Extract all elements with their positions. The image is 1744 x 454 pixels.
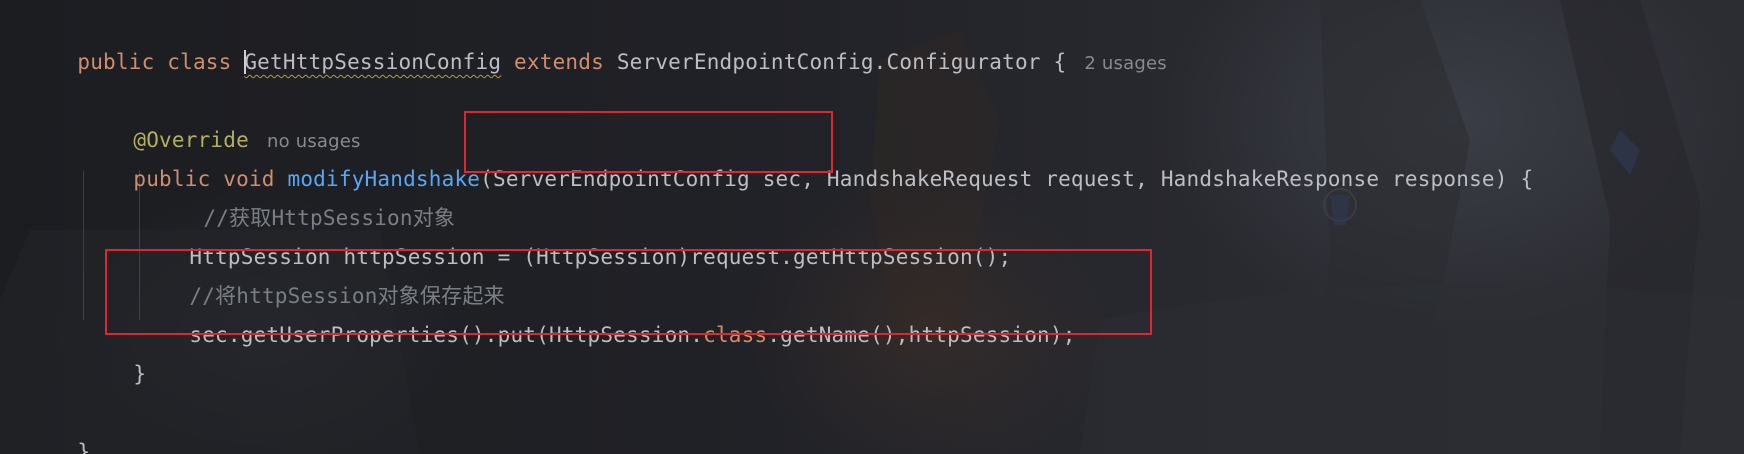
usages-hint[interactable]: 2 usages bbox=[1084, 53, 1166, 74]
highlight-box-parameter bbox=[464, 111, 833, 173]
keyword-token: public class bbox=[77, 50, 245, 74]
code-line-annotation[interactable]: @Override no usages bbox=[82, 89, 361, 152]
code-token: ServerEndpointConfig.Configurator { bbox=[616, 50, 1067, 74]
code-editor[interactable]: public class GetHttpSessionConfig extend… bbox=[0, 0, 1744, 454]
class-name-token[interactable]: GetHttpSessionConfig bbox=[244, 50, 501, 74]
highlight-box-statement bbox=[105, 249, 1152, 335]
code-line-closing-brace[interactable]: } bbox=[26, 401, 90, 454]
text-caret bbox=[244, 50, 247, 74]
keyword-token: extends bbox=[501, 50, 617, 74]
code-line-class-declaration[interactable]: public class GetHttpSessionConfig extend… bbox=[26, 11, 1167, 74]
code-token: } bbox=[77, 440, 91, 454]
code-line-comment[interactable]: //获取HttpSession对象 bbox=[152, 167, 455, 230]
code-token: } bbox=[133, 362, 147, 386]
code-line-statement[interactable]: HttpSession httpSession = (HttpSession)r… bbox=[138, 206, 1011, 269]
